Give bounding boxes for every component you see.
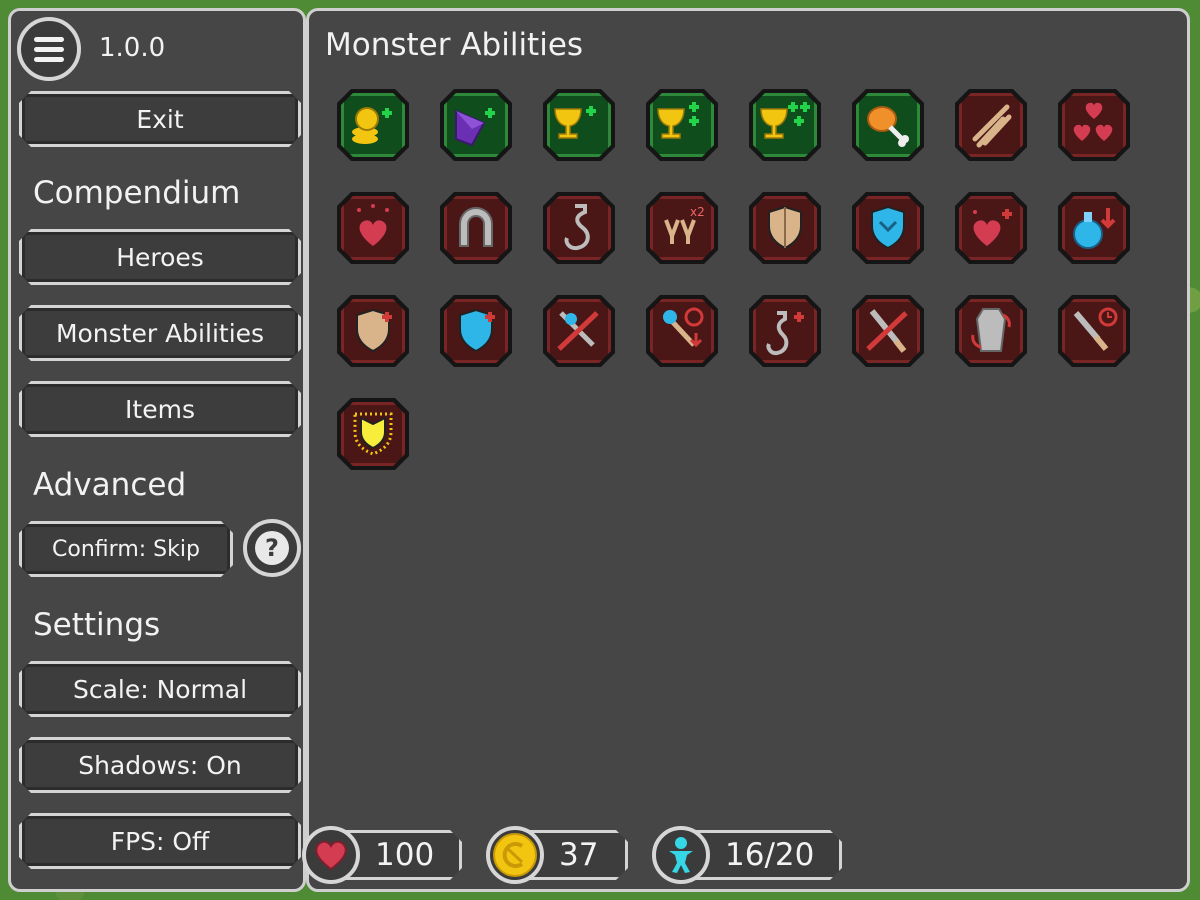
triple-hearts-icon [1073, 102, 1113, 141]
ability-button[interactable] [543, 295, 615, 367]
hamburger-icon [34, 36, 64, 42]
ability-button[interactable] [749, 192, 821, 264]
fps-button[interactable]: FPS: Off [19, 813, 301, 869]
ability-button[interactable] [955, 89, 1027, 161]
settings-heading: Settings [33, 607, 161, 643]
help-button[interactable]: ? [243, 519, 301, 577]
question-icon: ? [255, 531, 289, 565]
main-panel: Monster Abilities x2 [306, 8, 1190, 892]
hero-figure-icon [669, 837, 693, 873]
slash-icon [972, 104, 1012, 148]
hook-icon [564, 204, 590, 251]
ability-button[interactable] [646, 89, 718, 161]
exit-button[interactable]: Exit [19, 91, 301, 147]
dagger-timer-icon [1073, 307, 1118, 351]
heart-badge [302, 826, 360, 884]
radiant-shield-icon [353, 412, 393, 456]
scale-button[interactable]: Scale: Normal [19, 661, 301, 717]
heroes-button[interactable]: Heroes [19, 229, 301, 285]
ability-button[interactable] [749, 295, 821, 367]
ability-button[interactable] [337, 398, 409, 470]
magic-wand-timer-icon [663, 307, 704, 348]
ability-button[interactable] [1058, 295, 1130, 367]
ability-button[interactable] [852, 295, 924, 367]
gold-stat: 37 [486, 826, 628, 884]
sparkle-heart-icon [357, 204, 389, 246]
advanced-heading: Advanced [33, 467, 187, 503]
menu-button[interactable] [17, 17, 81, 81]
hook-plus-icon [766, 311, 804, 356]
armor-plus-icon [356, 308, 392, 353]
health-stat: 100 [302, 826, 462, 884]
hero-badge [652, 826, 710, 884]
items-button[interactable]: Items [19, 381, 301, 437]
no-dagger-icon [866, 309, 908, 353]
magnet-icon [459, 207, 493, 247]
svg-text:x2: x2 [690, 205, 705, 219]
gem-bonus-icon [455, 108, 495, 147]
coffin-revive-icon [971, 308, 1011, 352]
coin-badge [486, 826, 544, 884]
no-magic-sword-icon [557, 311, 599, 351]
sidebar: 1.0.0 Exit Compendium Heroes Monster Abi… [8, 8, 306, 892]
goblet-double-bonus-icon [657, 102, 699, 139]
hamburger-icon-bar [34, 46, 64, 52]
hamburger-icon-bar [34, 56, 64, 62]
gold-bonus-icon [352, 107, 392, 144]
ability-button[interactable] [440, 192, 512, 264]
potion-down-icon [1073, 208, 1116, 249]
ability-button[interactable] [852, 192, 924, 264]
ability-button[interactable] [337, 89, 409, 161]
ability-button[interactable] [1058, 89, 1130, 161]
blue-shield-plus-icon [459, 308, 495, 353]
ability-button[interactable] [543, 192, 615, 264]
ability-button[interactable] [955, 192, 1027, 264]
ability-button[interactable] [852, 89, 924, 161]
blue-shield-icon [871, 205, 905, 250]
coin-icon [493, 833, 537, 877]
double-claw-icon: x2 [664, 205, 705, 244]
ability-button[interactable] [1058, 192, 1130, 264]
drumstick-icon [867, 106, 909, 147]
goblet-bonus-icon [554, 106, 596, 139]
page-title: Monster Abilities [325, 27, 584, 63]
ability-button[interactable]: x2 [646, 192, 718, 264]
ability-button[interactable] [749, 89, 821, 161]
ability-button[interactable] [440, 295, 512, 367]
shadows-button[interactable]: Shadows: On [19, 737, 301, 793]
compendium-heading: Compendium [33, 175, 241, 211]
armor-shield-icon [768, 205, 802, 250]
ability-button[interactable] [337, 192, 409, 264]
ability-button[interactable] [646, 295, 718, 367]
ability-button[interactable] [543, 89, 615, 161]
heart-icon [315, 840, 347, 871]
confirm-skip-button[interactable]: Confirm: Skip [19, 521, 233, 577]
heart-plus-icon [973, 209, 1012, 246]
ability-button[interactable] [955, 295, 1027, 367]
ability-grid: x2 [337, 89, 1167, 470]
version-label: 1.0.0 [99, 33, 166, 63]
monster-abilities-button[interactable]: Monster Abilities [19, 305, 301, 361]
heroes-stat: 16/20 [652, 826, 842, 884]
ability-button[interactable] [337, 295, 409, 367]
ability-button[interactable] [440, 89, 512, 161]
goblet-triple-bonus-icon [760, 102, 810, 139]
